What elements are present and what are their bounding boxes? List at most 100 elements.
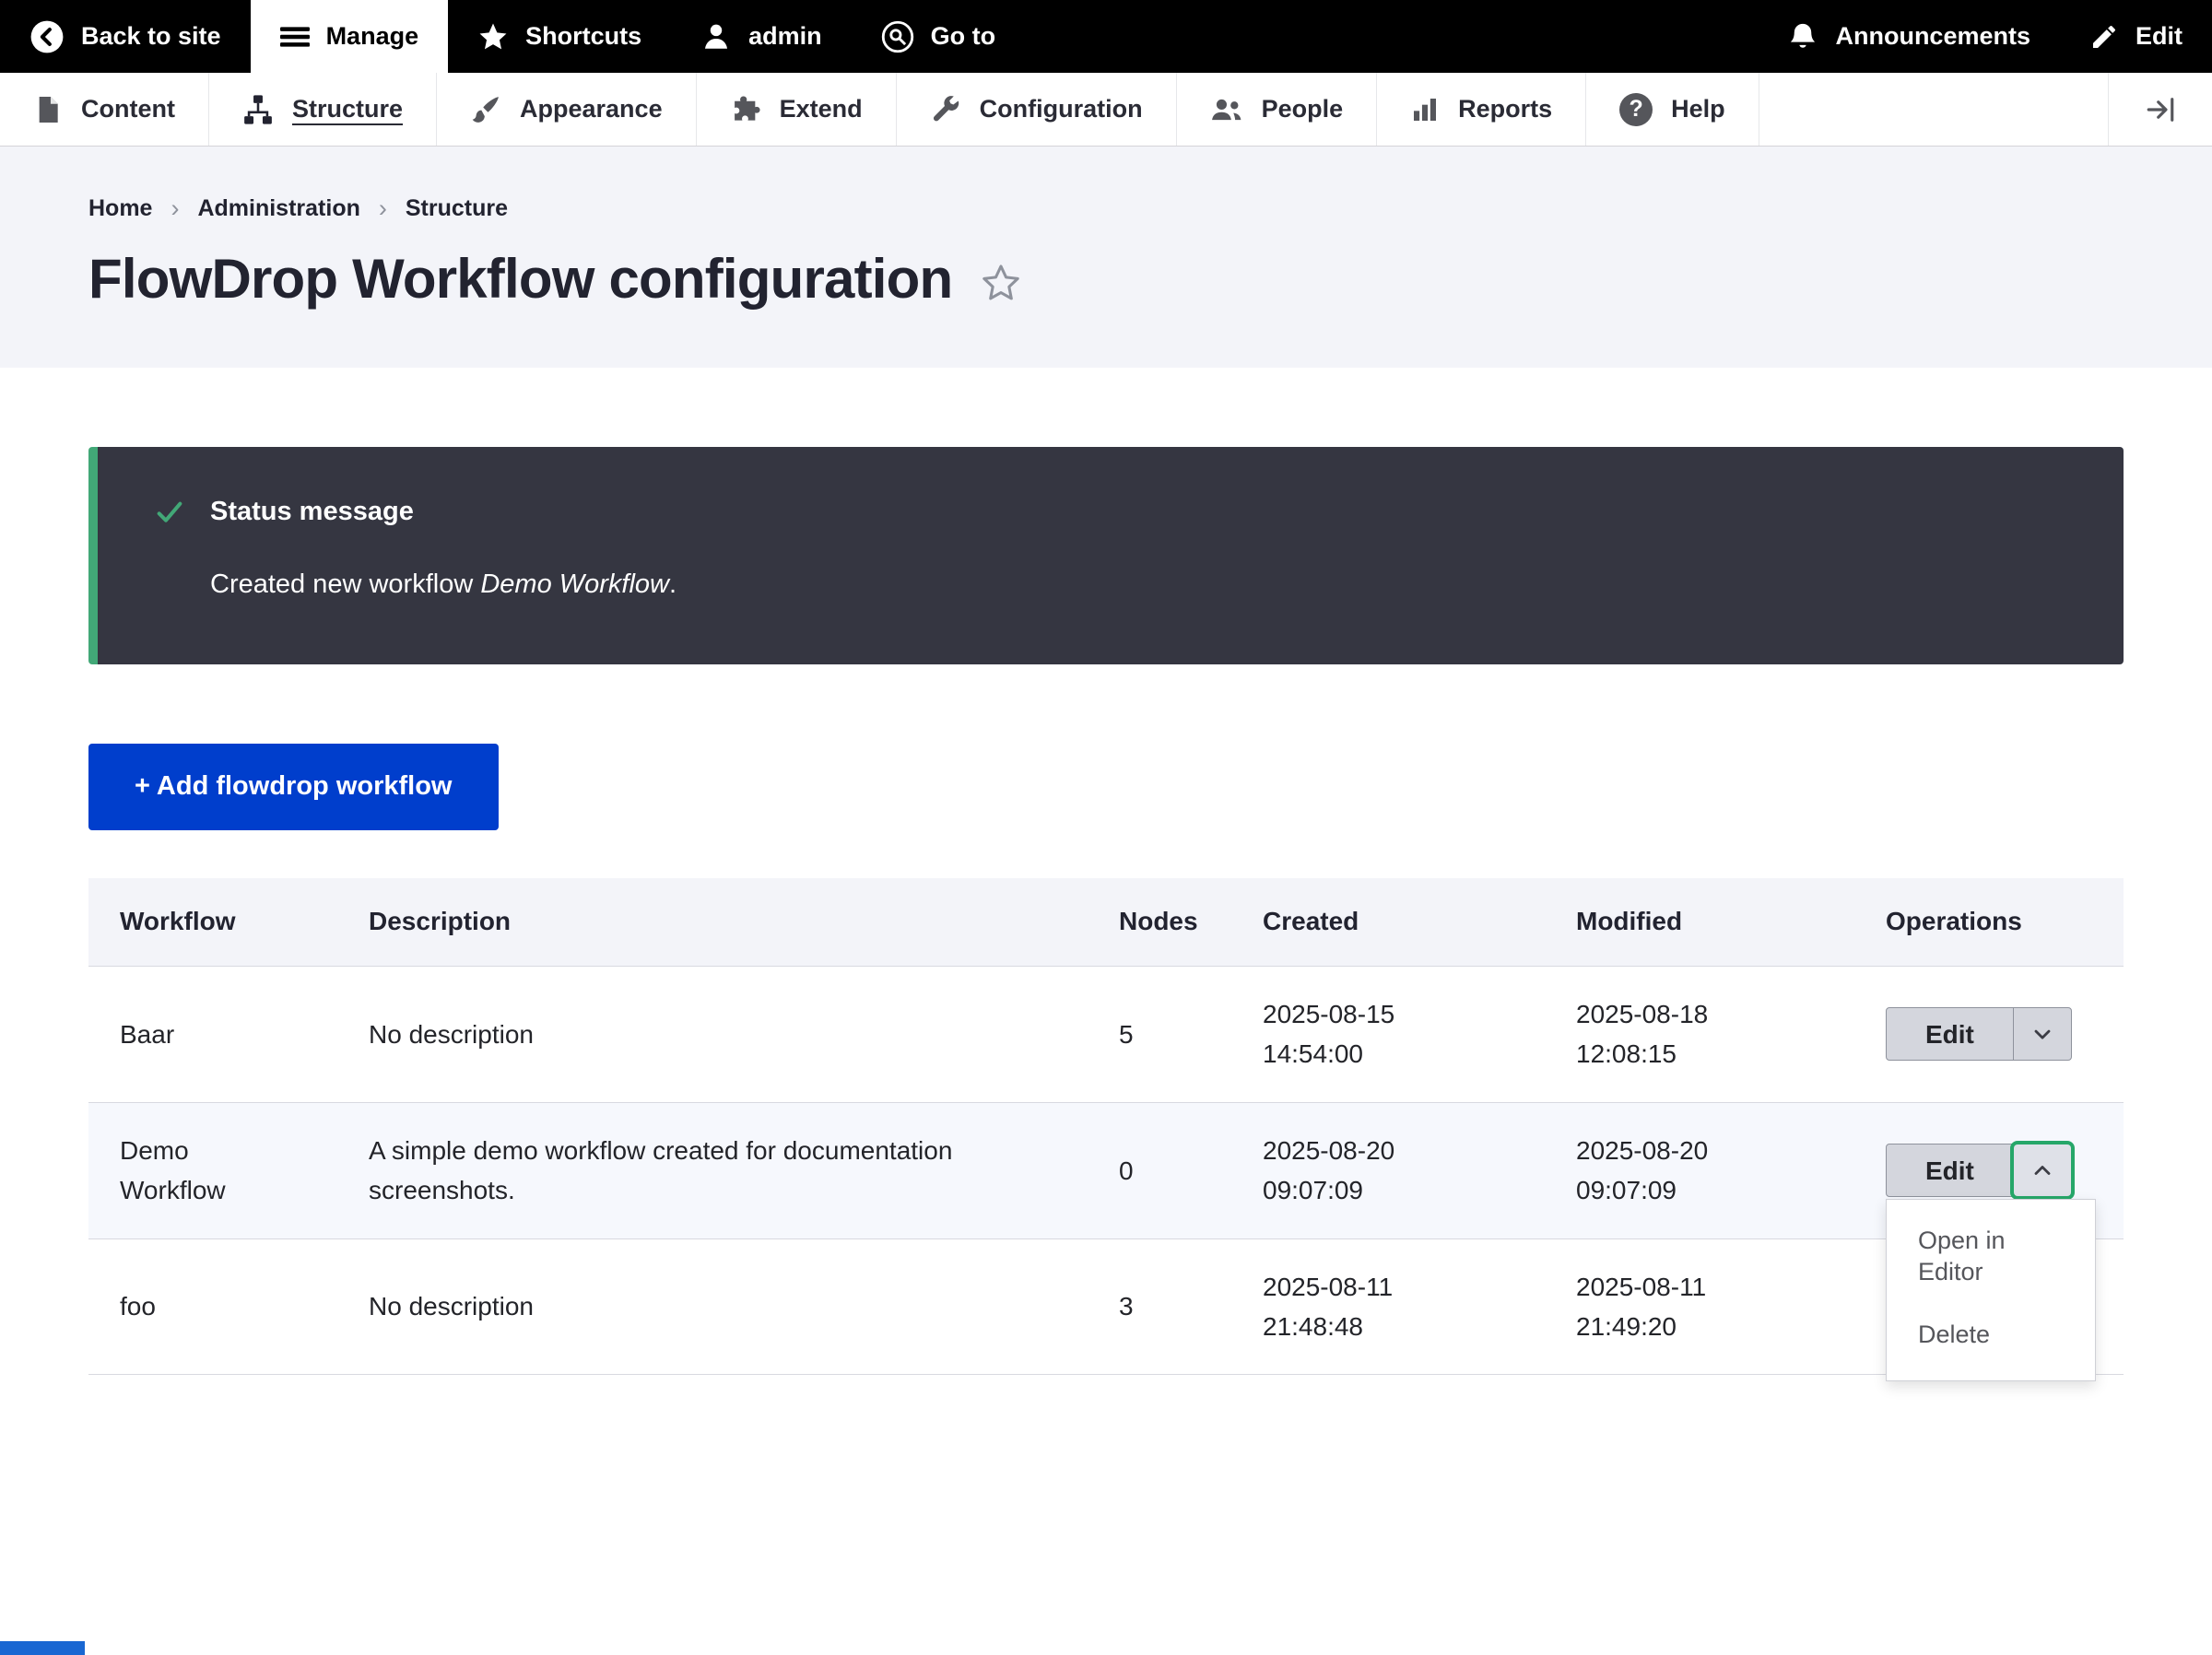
- toolbar-orientation-toggle[interactable]: [2108, 73, 2212, 146]
- col-header-description: Description: [369, 878, 1106, 967]
- status-message-body: Created new workflow Demo Workflow.: [210, 566, 2068, 604]
- user-icon: [700, 21, 732, 53]
- dropdown-toggle[interactable]: [2014, 1008, 2071, 1060]
- breadcrumb-home[interactable]: Home: [88, 195, 152, 222]
- menu-item-reports[interactable]: Reports: [1377, 73, 1586, 146]
- help-icon: [1619, 93, 1653, 126]
- cell-modified: 2025-08-18 12:08:15: [1548, 967, 1858, 1103]
- dropdown-toggle-open[interactable]: [2014, 1144, 2071, 1196]
- edit-button[interactable]: Edit: [1887, 1144, 2014, 1196]
- user-label: admin: [748, 22, 822, 51]
- edit-mode-button[interactable]: Edit: [2060, 0, 2212, 73]
- edit-dropbutton: Edit: [1886, 1144, 2072, 1197]
- edit-mode-label: Edit: [2136, 22, 2183, 51]
- chevron-down-icon: [2030, 1021, 2055, 1047]
- menu-label-structure: Structure: [292, 95, 403, 123]
- operations-dropdown-menu: Open in Editor Delete: [1886, 1199, 2096, 1380]
- cell-operations: Edit: [1858, 967, 2124, 1103]
- table-row: foo No description 3 2025-08-11 21:48:48…: [88, 1238, 2124, 1375]
- menu-label-content: Content: [81, 95, 175, 123]
- shortcuts-tab[interactable]: Shortcuts: [448, 0, 671, 73]
- col-header-operations: Operations: [1858, 878, 2124, 967]
- hamburger-icon: [280, 22, 310, 52]
- manage-tab[interactable]: Manage: [251, 0, 449, 73]
- toolbar-orientation-icon: [2144, 93, 2177, 126]
- edit-button[interactable]: Edit: [1887, 1008, 2014, 1060]
- col-header-workflow: Workflow: [88, 878, 369, 967]
- menu-label-reports: Reports: [1458, 95, 1552, 123]
- puzzle-icon: [730, 94, 761, 125]
- cell-nodes: 0: [1106, 1102, 1235, 1238]
- admin-toolbar: Back to site Manage Shortcuts admin Go t…: [0, 0, 2212, 73]
- browser-status-artifact: [0, 1641, 85, 1655]
- pencil-icon: [2089, 22, 2119, 52]
- table-row: Baar No description 5 2025-08-15 14:54:0…: [88, 967, 2124, 1103]
- breadcrumb-separator: ›: [171, 194, 179, 223]
- cell-description: A simple demo workflow created for docum…: [369, 1102, 1106, 1238]
- chevron-up-icon: [2030, 1157, 2055, 1183]
- cell-workflow: Baar: [88, 967, 369, 1103]
- cell-created: 2025-08-11 21:48:48: [1235, 1238, 1548, 1375]
- menu-item-delete[interactable]: Delete: [1887, 1310, 2095, 1360]
- back-to-site-button[interactable]: Back to site: [0, 0, 251, 73]
- page-header: Home › Administration › Structure FlowDr…: [0, 147, 2212, 368]
- breadcrumb-structure[interactable]: Structure: [406, 195, 508, 222]
- document-icon: [33, 95, 63, 124]
- user-menu[interactable]: admin: [671, 0, 852, 73]
- breadcrumb-separator: ›: [379, 194, 387, 223]
- status-message-title: Status message: [210, 497, 414, 527]
- cell-modified: 2025-08-11 21:49:20: [1548, 1238, 1858, 1375]
- paintbrush-icon: [470, 94, 501, 125]
- menu-item-structure[interactable]: Structure: [209, 73, 437, 146]
- admin-menu-bar: Content Structure Appearance Extend Conf…: [0, 73, 2212, 147]
- status-body-prefix: Created new workflow: [210, 569, 480, 599]
- menu-label-configuration: Configuration: [980, 95, 1143, 123]
- menu-label-people: People: [1262, 95, 1344, 123]
- cell-nodes: 5: [1106, 967, 1235, 1103]
- col-header-nodes: Nodes: [1106, 878, 1235, 967]
- col-header-created: Created: [1235, 878, 1548, 967]
- menu-label-appearance: Appearance: [520, 95, 663, 123]
- check-icon: [155, 498, 184, 527]
- table-header-row: Workflow Description Nodes Created Modif…: [88, 878, 2124, 967]
- people-icon: [1210, 94, 1243, 125]
- menu-item-open-in-editor[interactable]: Open in Editor: [1887, 1216, 2095, 1297]
- menu-item-content[interactable]: Content: [0, 73, 209, 146]
- breadcrumb-administration[interactable]: Administration: [197, 195, 359, 222]
- manage-label: Manage: [326, 22, 419, 51]
- bar-chart-icon: [1410, 95, 1440, 124]
- bell-icon: [1787, 21, 1818, 53]
- col-header-modified: Modified: [1548, 878, 1858, 967]
- breadcrumb: Home › Administration › Structure: [88, 194, 2124, 223]
- shortcuts-label: Shortcuts: [525, 22, 641, 51]
- cell-description: No description: [369, 967, 1106, 1103]
- admin-menu-spacer: [1759, 73, 2108, 146]
- goto-button[interactable]: Go to: [852, 0, 1025, 73]
- goto-label: Go to: [931, 22, 995, 51]
- search-icon: [881, 20, 914, 53]
- main-content: Status message Created new workflow Demo…: [0, 447, 2212, 1375]
- toolbar-spacer: [1025, 0, 1758, 73]
- page-title: FlowDrop Workflow configuration: [88, 247, 952, 311]
- structure-icon: [242, 94, 274, 125]
- menu-item-appearance[interactable]: Appearance: [437, 73, 697, 146]
- workflow-table: Workflow Description Nodes Created Modif…: [88, 878, 2124, 1376]
- cell-modified: 2025-08-20 09:07:09: [1548, 1102, 1858, 1238]
- cell-workflow: foo: [88, 1238, 369, 1375]
- star-icon: [477, 21, 509, 53]
- menu-item-extend[interactable]: Extend: [697, 73, 897, 146]
- back-to-site-label: Back to site: [81, 22, 221, 51]
- add-flowdrop-workflow-button[interactable]: + Add flowdrop workflow: [88, 744, 499, 830]
- cell-created: 2025-08-15 14:54:00: [1235, 967, 1548, 1103]
- wrench-icon: [930, 94, 961, 125]
- announcements-label: Announcements: [1835, 22, 2030, 51]
- announcements-button[interactable]: Announcements: [1758, 0, 2060, 73]
- menu-label-help: Help: [1671, 95, 1725, 123]
- menu-item-help[interactable]: Help: [1586, 73, 1759, 146]
- menu-item-people[interactable]: People: [1177, 73, 1378, 146]
- cell-description: No description: [369, 1238, 1106, 1375]
- favorite-star-icon[interactable]: [980, 262, 1022, 304]
- back-icon: [29, 19, 65, 54]
- edit-dropbutton: Edit: [1886, 1007, 2072, 1061]
- menu-item-configuration[interactable]: Configuration: [897, 73, 1177, 146]
